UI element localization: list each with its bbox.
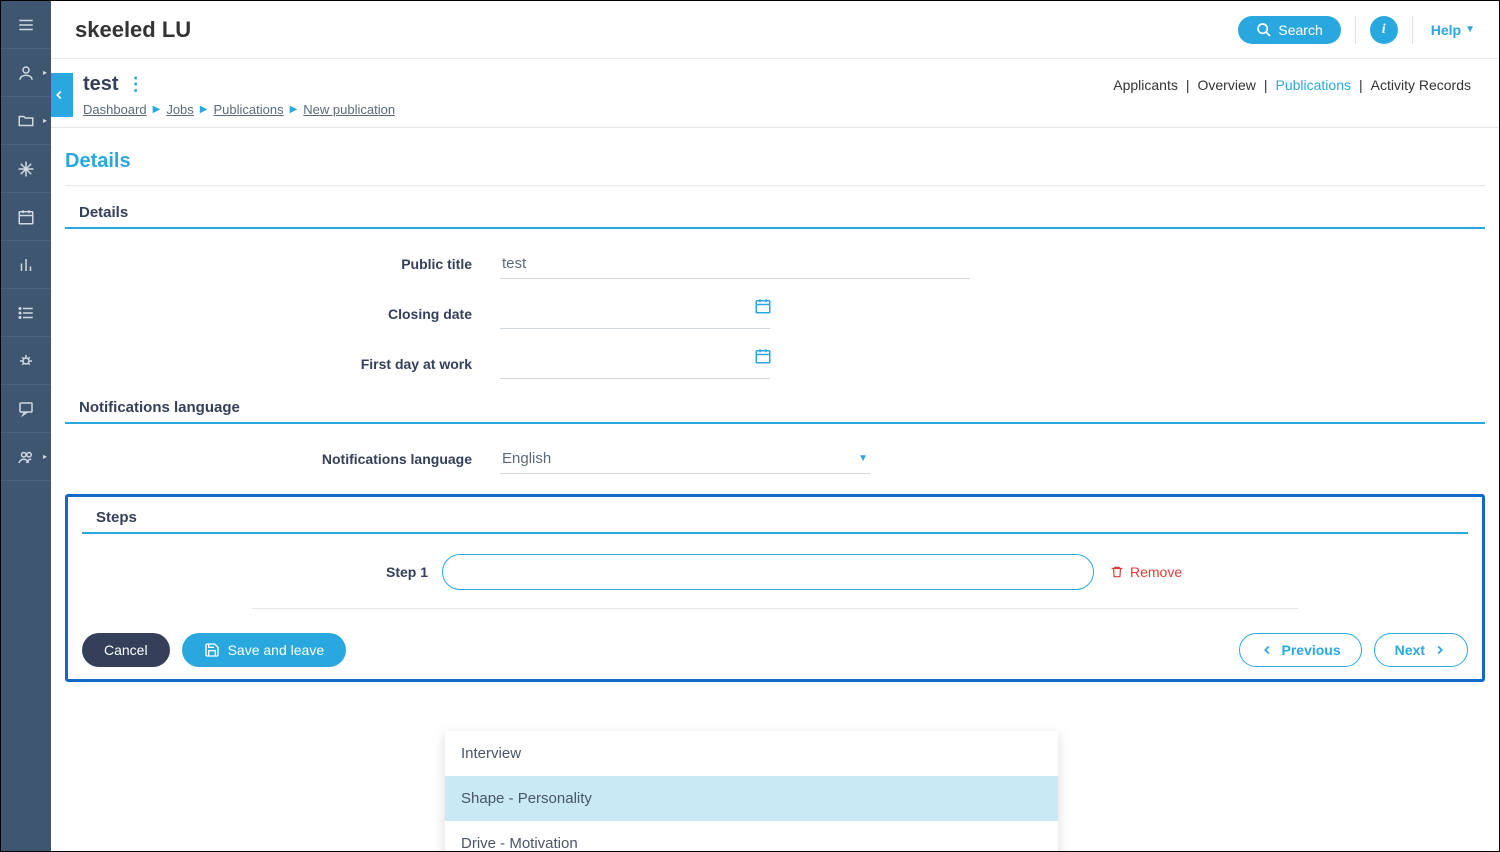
closing-date-input[interactable] bbox=[500, 299, 770, 329]
tab-activity[interactable]: Activity Records bbox=[1367, 77, 1475, 93]
section-heading-details: Details bbox=[65, 204, 1485, 229]
closing-date-label: Closing date bbox=[65, 306, 500, 322]
previous-button[interactable]: Previous bbox=[1239, 633, 1362, 667]
tabs: Applicants | Overview | Publications | A… bbox=[1109, 73, 1475, 93]
breadcrumb-item[interactable]: New publication bbox=[303, 102, 395, 117]
chevron-right-icon: ▶ bbox=[153, 104, 161, 115]
info-icon[interactable]: i bbox=[1370, 16, 1398, 44]
dropdown-option[interactable]: Interview bbox=[445, 731, 1058, 776]
first-day-label: First day at work bbox=[65, 356, 500, 372]
breadcrumb-item[interactable]: Publications bbox=[213, 102, 283, 117]
search-icon bbox=[1256, 22, 1272, 38]
step1-select[interactable] bbox=[442, 554, 1094, 590]
next-button[interactable]: Next bbox=[1374, 633, 1468, 667]
sidebar: ▸ ▸ ▸ bbox=[1, 1, 51, 851]
calendar-icon[interactable] bbox=[754, 347, 772, 368]
sidebar-analytics-icon[interactable] bbox=[1, 241, 51, 289]
chevron-left-icon bbox=[1260, 643, 1274, 657]
tab-publications[interactable]: Publications bbox=[1272, 77, 1356, 93]
divider bbox=[252, 608, 1298, 609]
save-button[interactable]: Save and leave bbox=[182, 633, 347, 667]
dropdown-option[interactable]: Shape - Personality bbox=[445, 776, 1058, 821]
divider bbox=[1355, 16, 1356, 44]
first-day-input[interactable] bbox=[500, 349, 770, 379]
tab-overview[interactable]: Overview bbox=[1194, 77, 1260, 93]
chevron-right-icon: ▶ bbox=[290, 104, 298, 115]
sidebar-group-icon[interactable]: ▸ bbox=[1, 433, 51, 481]
trash-icon bbox=[1110, 565, 1124, 579]
section-title-details: Details bbox=[65, 150, 1485, 186]
sidebar-star-icon[interactable] bbox=[1, 145, 51, 193]
step1-label: Step 1 bbox=[82, 564, 442, 580]
help-label: Help bbox=[1431, 22, 1461, 38]
section-heading-steps: Steps bbox=[82, 509, 1468, 534]
help-link[interactable]: Help ▼ bbox=[1431, 22, 1475, 38]
steps-section: Steps Step 1 Remove Cancel bbox=[65, 494, 1485, 682]
chevron-right-icon: ▶ bbox=[200, 104, 208, 115]
chevron-right-icon bbox=[1433, 643, 1447, 657]
dropdown-option[interactable]: Drive - Motivation bbox=[445, 821, 1058, 851]
public-title-input[interactable] bbox=[500, 249, 970, 279]
brand-label: skeeled LU bbox=[75, 17, 191, 43]
notif-lang-select[interactable]: English ▼ bbox=[500, 444, 870, 474]
notif-lang-value: English bbox=[502, 450, 551, 467]
step-dropdown: Interview Shape - Personality Drive - Mo… bbox=[445, 731, 1058, 851]
page-title: test bbox=[83, 73, 119, 96]
sidebar-bug-icon[interactable] bbox=[1, 337, 51, 385]
search-button[interactable]: Search bbox=[1238, 16, 1340, 44]
caret-down-icon: ▼ bbox=[1465, 24, 1475, 35]
sidebar-chat-icon[interactable] bbox=[1, 385, 51, 433]
remove-label: Remove bbox=[1130, 564, 1182, 580]
sidebar-user-icon[interactable]: ▸ bbox=[1, 49, 51, 97]
remove-step-button[interactable]: Remove bbox=[1110, 564, 1182, 580]
breadcrumbs: Dashboard ▶ Jobs ▶ Publications ▶ New pu… bbox=[83, 102, 1109, 117]
tab-applicants[interactable]: Applicants bbox=[1109, 77, 1182, 93]
breadcrumb-item[interactable]: Dashboard bbox=[83, 102, 147, 117]
section-heading-notifications: Notifications language bbox=[65, 399, 1485, 424]
collapse-handle[interactable] bbox=[51, 73, 73, 117]
divider bbox=[1412, 16, 1413, 44]
save-icon bbox=[204, 642, 220, 658]
public-title-label: Public title bbox=[65, 256, 500, 272]
cancel-button[interactable]: Cancel bbox=[82, 633, 170, 667]
topbar: skeeled LU Search i Help ▼ bbox=[51, 1, 1499, 59]
breadcrumb-item[interactable]: Jobs bbox=[166, 102, 193, 117]
notif-lang-label: Notifications language bbox=[65, 451, 500, 467]
sidebar-folder-icon[interactable]: ▸ bbox=[1, 97, 51, 145]
calendar-icon[interactable] bbox=[754, 297, 772, 318]
sidebar-list-icon[interactable] bbox=[1, 289, 51, 337]
more-icon[interactable]: ⋮ bbox=[127, 74, 145, 95]
sidebar-calendar-icon[interactable] bbox=[1, 193, 51, 241]
search-label: Search bbox=[1278, 22, 1322, 38]
caret-down-icon: ▼ bbox=[858, 453, 868, 464]
subheader: test ⋮ Dashboard ▶ Jobs ▶ Publications ▶… bbox=[51, 59, 1499, 128]
sidebar-menu-icon[interactable] bbox=[1, 1, 51, 49]
chevron-left-icon bbox=[52, 88, 66, 102]
button-bar: Cancel Save and leave Previous Next bbox=[82, 633, 1468, 667]
